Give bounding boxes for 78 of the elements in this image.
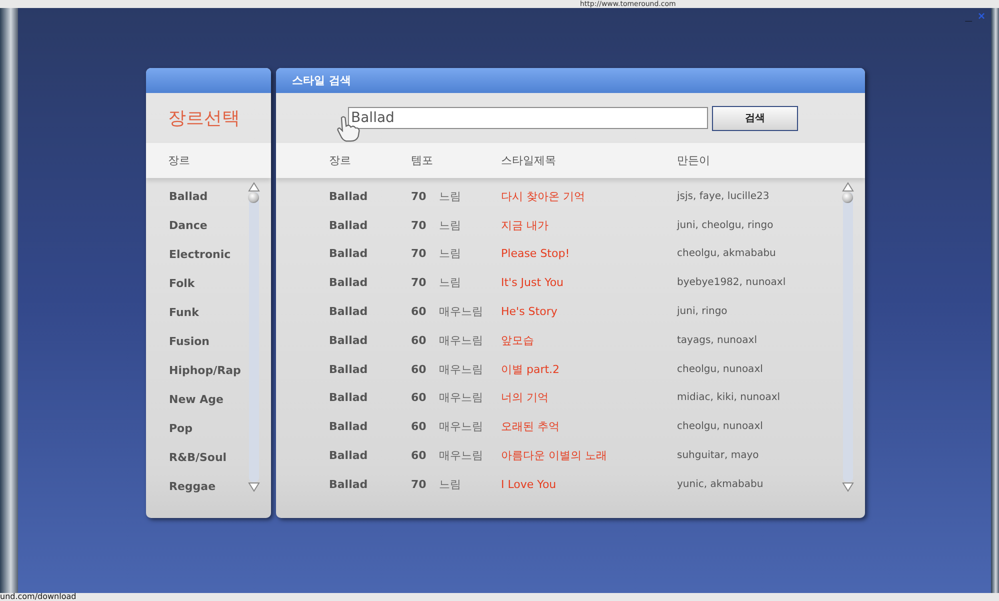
style-link[interactable]: 앞모습: [501, 332, 677, 348]
table-cell-text: 느림: [439, 275, 462, 290]
table-cell-text: Ballad: [328, 190, 369, 203]
table-cell: cheolgu, akmababu: [677, 248, 776, 260]
style-link[interactable]: 다시 찾아온 기억: [501, 188, 677, 204]
table-cell-text: 60: [411, 334, 428, 347]
table-cell: cheolgu, nunoaxl: [677, 364, 763, 375]
status-text: und.com/download: [0, 593, 76, 601]
table-cell: tayags, nunoaxl: [677, 334, 757, 346]
column-header: 장르: [168, 153, 190, 168]
table-cell: juni, ringo: [677, 306, 728, 318]
column-header: 장르: [328, 153, 352, 168]
table-cell-text: 매우느림: [439, 419, 484, 434]
search-field[interactable]: Ballad: [348, 107, 708, 129]
scroll-thumb[interactable]: [842, 192, 853, 203]
table-cell: yunic, akmababu: [677, 478, 764, 490]
table-cell-text: 60: [411, 420, 428, 434]
table-cell-text: Ballad: [328, 478, 369, 491]
table-cell-text: Ballad: [328, 420, 369, 434]
style-link[interactable]: 아름다운 이별의 노래: [501, 448, 677, 464]
table-cell-text: 70: [411, 190, 428, 203]
table-cell-text: Ballad: [328, 391, 369, 404]
column-header: 만든이: [677, 153, 710, 168]
table-cell: jsjs, faye, lucille23: [677, 190, 770, 202]
table-cell-text: 느림: [439, 188, 462, 204]
table-cell-text: Ballad: [328, 247, 369, 260]
table-cell-text: Ballad: [328, 305, 369, 318]
table-cell-text: 70: [411, 478, 428, 491]
genre-item[interactable]: Fusion: [169, 327, 247, 356]
genre-item[interactable]: Hiphop/Rap: [169, 356, 247, 385]
table-cell-text: 70: [411, 218, 428, 232]
table-cell-text: 60: [411, 305, 428, 318]
style-link[interactable]: He's Story: [501, 305, 677, 318]
table-cell: byebye1982, nunoaxl: [677, 277, 786, 288]
table-cell-text: Ballad: [328, 276, 369, 290]
table-cell-text: 70: [411, 247, 428, 260]
table-cell-text: 60: [411, 449, 428, 462]
table-cell-text: 60: [411, 391, 428, 404]
table-cell-text: 매우느림: [439, 304, 484, 320]
genre-item[interactable]: Electronic: [169, 240, 247, 269]
table-cell-text: 매우느림: [439, 362, 484, 377]
search-button[interactable]: 검색: [712, 106, 798, 130]
column-header: 스타일제목: [501, 153, 557, 168]
style-link[interactable]: I Love You: [501, 478, 677, 491]
style-link[interactable]: It's Just You: [501, 276, 677, 290]
table-cell-text: 매우느림: [439, 448, 484, 464]
table-cell: cheolgu, nunoaxl: [677, 421, 763, 432]
genre-item[interactable]: New Age: [169, 385, 247, 414]
genre-item[interactable]: Funk: [169, 298, 247, 327]
table-cell: midiac, kiki, nunoaxl: [677, 392, 780, 404]
genre-item[interactable]: Dance: [169, 211, 247, 240]
scroll-thumb[interactable]: [248, 192, 259, 203]
table-cell-text: Ballad: [328, 334, 369, 347]
table-cell-text: 매우느림: [439, 390, 484, 406]
style-link[interactable]: 오래된 추억: [501, 419, 677, 434]
genre-item[interactable]: Pop: [169, 414, 247, 443]
table-cell: juni, cheolgu, ringo: [677, 220, 774, 231]
genre-item[interactable]: Folk: [169, 269, 247, 298]
style-link[interactable]: 이별 part.2: [501, 362, 677, 377]
table-cell-text: 느림: [439, 246, 462, 262]
panel-title: 스타일 검색: [292, 73, 351, 88]
style-link[interactable]: 너의 기억: [501, 390, 677, 406]
style-link[interactable]: Please Stop!: [501, 247, 677, 260]
table-cell-text: Ballad: [328, 218, 369, 232]
column-header: 템포: [411, 153, 434, 168]
genre-item[interactable]: Reggae: [169, 472, 247, 501]
table-cell-text: 느림: [439, 218, 462, 233]
table-cell-text: 매우느림: [439, 332, 484, 348]
table-cell-text: 60: [411, 362, 428, 376]
table-cell-text: Ballad: [328, 362, 369, 376]
table-cell-text: Ballad: [328, 449, 369, 462]
table-cell-text: 느림: [439, 476, 462, 492]
panel-title: 장르선택: [168, 107, 240, 130]
genre-item[interactable]: Ballad: [169, 182, 247, 211]
style-link[interactable]: 지금 내가: [501, 218, 677, 233]
genre-item[interactable]: R&B/Soul: [169, 443, 247, 472]
table-cell: suhguitar, mayo: [677, 450, 759, 462]
table-cell-text: 70: [411, 276, 428, 290]
